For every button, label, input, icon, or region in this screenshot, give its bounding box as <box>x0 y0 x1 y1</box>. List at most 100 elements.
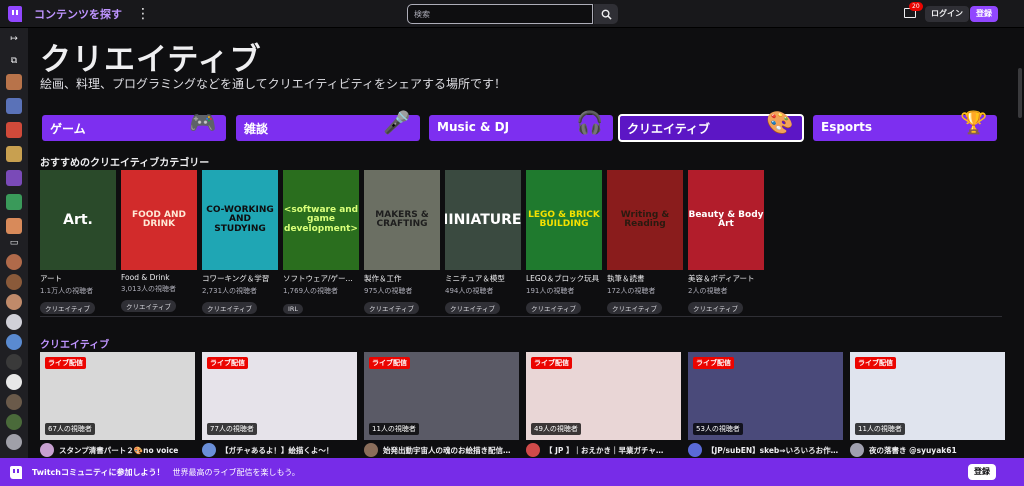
category-tag[interactable]: クリエイティブ <box>121 300 176 312</box>
stream-title[interactable]: 始発出動宇宙人の魂のお絵描き配信… <box>383 445 511 456</box>
streamer-avatar[interactable] <box>526 443 540 457</box>
twitch-logo-icon <box>10 465 22 479</box>
stream-card[interactable]: ライブ配信 77人の視聴者【ガチャあるよ！】絵描くよ～！ <box>202 352 357 457</box>
stream-card[interactable]: ライブ配信 53人の視聴者【JP/subEN】skeb⇒いろいろお作… <box>688 352 843 457</box>
category-name[interactable]: 執筆＆読書 <box>607 273 683 284</box>
streamer-avatar[interactable] <box>688 443 702 457</box>
category-cover[interactable]: MAKERS & CRAFTING <box>364 170 440 270</box>
more-options-icon[interactable]: ⋮ <box>136 7 150 21</box>
browse-link[interactable]: コンテンツを探す <box>34 6 122 22</box>
category-name[interactable]: ソフトウェア/ゲーム… <box>283 273 359 284</box>
tab-creative[interactable]: クリエイティブ 🎨 <box>618 111 804 142</box>
category-name[interactable]: 美容＆ボディアート <box>688 273 764 284</box>
stream-title[interactable]: 【 JP 】｜おえかき｜早業ガチャ… <box>545 445 663 456</box>
live-section-heading[interactable]: クリエイティブ <box>40 336 109 351</box>
stream-card[interactable]: ライブ配信 11人の視聴者夜の落書き @syuyak61 <box>850 352 1005 457</box>
signup-button[interactable]: 登録 <box>970 6 998 22</box>
sidebar-channel-avatar[interactable] <box>6 218 22 234</box>
sidebar-channel-avatar[interactable] <box>6 354 22 370</box>
sidebar-channel-avatar[interactable] <box>6 146 22 162</box>
stream-card[interactable]: ライブ配信 49人の視聴者【 JP 】｜おえかき｜早業ガチャ… <box>526 352 681 457</box>
page-subtitle: 絵画、料理、プログラミングなどを通してクリエイティビティをシェアする場所です！ <box>40 77 506 91</box>
tab-esports[interactable]: Esports 🏆 <box>813 111 997 141</box>
category-card[interactable]: <software and game development> ソフトウェア/ゲー… <box>283 170 359 315</box>
category-name[interactable]: LEGO＆ブロック玩具 <box>526 273 602 284</box>
sidebar-channel-avatar[interactable] <box>6 314 22 330</box>
category-cover[interactable]: Writing & Reading <box>607 170 683 270</box>
stream-title[interactable]: スタンプ清書パート２🎨no voice <box>59 445 178 456</box>
stream-thumbnail[interactable]: ライブ配信 77人の視聴者 <box>202 352 357 440</box>
category-card[interactable]: CO-WORKING AND STUDYING コワーキング＆学習 2,731人の視… <box>202 170 278 315</box>
search-button[interactable] <box>594 4 618 24</box>
stream-thumbnail[interactable]: ライブ配信 49人の視聴者 <box>526 352 681 440</box>
category-cover[interactable]: Art. <box>40 170 116 270</box>
category-card[interactable]: MAKERS & CRAFTING 製作＆工作 975人の視聴者 クリエイティブ <box>364 170 440 315</box>
sidebar-channel-avatar[interactable] <box>6 434 22 450</box>
stream-thumbnail[interactable]: ライブ配信 53人の視聴者 <box>688 352 843 440</box>
sidebar-channel-avatar[interactable] <box>6 98 22 114</box>
sidebar-channel-avatar[interactable] <box>6 394 22 410</box>
sidebar-channel-avatar[interactable] <box>6 414 22 430</box>
category-cover[interactable]: FOOD AND DRINK <box>121 170 197 270</box>
category-cover[interactable]: Beauty & Body Art <box>688 170 764 270</box>
category-tag[interactable]: クリエイティブ <box>688 302 743 314</box>
category-cover[interactable]: <software and game development> <box>283 170 359 270</box>
sidebar: ↦ ⧉ ▭ <box>0 28 28 458</box>
live-badge: ライブ配信 <box>855 357 896 369</box>
page-scrollbar[interactable] <box>1016 28 1024 458</box>
streamer-avatar[interactable] <box>850 443 864 457</box>
stream-title[interactable]: 【ガチャあるよ！】絵描くよ～！ <box>221 445 333 456</box>
category-tag[interactable]: クリエイティブ <box>526 302 581 314</box>
category-cover[interactable]: MINIATURES <box>445 170 521 270</box>
banner-signup-button[interactable]: 登録 <box>968 464 996 480</box>
login-button[interactable]: ログイン <box>925 6 969 22</box>
category-cover[interactable]: LEGO & BRICK BUILDING <box>526 170 602 270</box>
category-tag[interactable]: クリエイティブ <box>445 302 500 314</box>
category-card[interactable]: FOOD AND DRINK Food & Drink 3,013人の視聴者クリエイ… <box>121 170 197 313</box>
sidebar-channel-avatar[interactable] <box>6 122 22 138</box>
streamer-avatar[interactable] <box>364 443 378 457</box>
sidebar-channel-avatar[interactable] <box>6 170 22 186</box>
sidebar-channel-avatar[interactable] <box>6 374 22 390</box>
expand-sidebar-icon[interactable]: ↦ <box>8 34 20 44</box>
stream-thumbnail[interactable]: ライブ配信 11人の視聴者 <box>364 352 519 440</box>
viewer-count: 11人の視聴者 <box>855 423 905 435</box>
category-tag[interactable]: IRL <box>283 304 304 314</box>
sidebar-channel-avatar[interactable] <box>6 74 22 90</box>
sidebar-channel-avatar[interactable] <box>6 194 22 210</box>
category-name[interactable]: ミニチュア＆模型 <box>445 273 521 284</box>
tab-games[interactable]: ゲーム 🎮 <box>42 111 226 141</box>
category-viewers: 191人の視聴者 <box>526 287 575 295</box>
streamer-avatar[interactable] <box>202 443 216 457</box>
category-card[interactable]: Art. アート 1.1万人の視聴者 クリエイティブ <box>40 170 116 315</box>
category-name[interactable]: コワーキング＆学習 <box>202 273 278 284</box>
category-name[interactable]: アート <box>40 273 116 284</box>
stream-card[interactable]: ライブ配信 67人の視聴者スタンプ清書パート２🎨no voice <box>40 352 195 457</box>
tab-music-dj[interactable]: Music & DJ 🎧 <box>429 111 613 141</box>
category-name[interactable]: 製作＆工作 <box>364 273 440 284</box>
category-viewers: 3,013人の視聴者 <box>121 285 177 293</box>
category-tag[interactable]: クリエイティブ <box>40 302 95 314</box>
stream-thumbnail[interactable]: ライブ配信 67人の視聴者 <box>40 352 195 440</box>
stream-thumbnail[interactable]: ライブ配信 11人の視聴者 <box>850 352 1005 440</box>
category-tag[interactable]: クリエイティブ <box>202 302 257 314</box>
stream-card[interactable]: ライブ配信 11人の視聴者始発出動宇宙人の魂のお絵描き配信… <box>364 352 519 457</box>
category-card[interactable]: MINIATURES ミニチュア＆模型 494人の視聴者クリエイティブ <box>445 170 521 315</box>
tab-just-chatting[interactable]: 雑談 🎤 <box>236 111 420 141</box>
category-name[interactable]: Food & Drink <box>121 273 197 282</box>
category-tag[interactable]: クリエイティブ <box>364 302 419 314</box>
category-card[interactable]: LEGO & BRICK BUILDING LEGO＆ブロック玩具 191人の視聴者… <box>526 170 602 315</box>
category-card[interactable]: Beauty & Body Art 美容＆ボディアート 2人の視聴者 クリエイティブ <box>688 170 764 315</box>
sidebar-channel-avatar[interactable] <box>6 334 22 350</box>
stream-title[interactable]: 【JP/subEN】skeb⇒いろいろお作… <box>707 445 838 456</box>
search-input[interactable]: 検索 <box>407 4 593 24</box>
sidebar-channel-avatar[interactable] <box>6 274 22 290</box>
category-tag[interactable]: クリエイティブ <box>607 302 662 314</box>
category-card[interactable]: Writing & Reading 執筆＆読書 172人の視聴者 クリエイティブ <box>607 170 683 315</box>
sidebar-channel-avatar[interactable] <box>6 254 22 270</box>
category-cover[interactable]: CO-WORKING AND STUDYING <box>202 170 278 270</box>
twitch-logo-icon[interactable] <box>8 5 22 22</box>
streamer-avatar[interactable] <box>40 443 54 457</box>
sidebar-channel-avatar[interactable] <box>6 294 22 310</box>
stream-title[interactable]: 夜の落書き @syuyak61 <box>869 445 957 456</box>
